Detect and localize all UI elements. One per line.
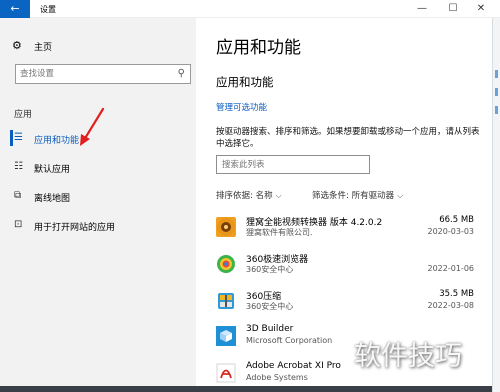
app-list-item[interactable]: 360压缩 360安全中心 35.5 MB 2022-03-08: [216, 289, 474, 319]
sidebar-item-label: 默认应用: [34, 165, 71, 175]
window-title: 设置: [40, 5, 56, 14]
description-text: 按驱动器搜索、排序和筛选。如果想要卸载或移动一个应用，请从列表中选择它。: [216, 127, 480, 149]
sort-label: 排序依据: 名称: [216, 191, 273, 201]
home-label: 主页: [34, 43, 53, 53]
edge-marker: [495, 88, 498, 96]
sidebar-item-label: 用于打开网站的应用: [34, 223, 116, 233]
section-label-apps: 应用: [14, 110, 33, 120]
app-size: 35.5 MB: [439, 289, 474, 299]
active-indicator: [10, 130, 13, 146]
app-list-search-box[interactable]: [216, 155, 370, 174]
apps-list-icon: ☰: [14, 132, 23, 143]
offline-map-icon: ⧉: [14, 190, 22, 201]
edge-marker: [495, 70, 498, 78]
360-browser-icon: [216, 254, 236, 274]
app-install-date: 2020-03-03: [427, 227, 475, 236]
title-bar: ← 设置 — ☐ ✕: [0, 0, 500, 18]
sidebar-item-label: 应用和功能: [34, 136, 80, 146]
chevron-down-icon: ⌵: [397, 191, 404, 200]
video-converter-icon: [216, 217, 236, 237]
360-zip-icon: [216, 291, 236, 311]
app-size: 66.5 MB: [439, 215, 474, 225]
edge-marker: [495, 106, 498, 114]
sidebar-item-default-apps[interactable]: ☷ 默认应用: [0, 156, 196, 178]
default-apps-icon: ☷: [14, 161, 23, 172]
taskbar: [0, 386, 492, 392]
sidebar: ⚙ 主页 ⚲ 应用 ☰ 应用和功能 ☷ 默认应用 ⧉ 离线地图 ⊡ 用于打开网站…: [0, 18, 196, 392]
close-button[interactable]: ✕: [470, 0, 492, 18]
sidebar-item-label: 离线地图: [34, 194, 71, 204]
sort-dropdown[interactable]: 排序依据: 名称 ⌵: [216, 189, 282, 201]
filter-label: 筛选条件: 所有驱动器: [312, 191, 395, 201]
sidebar-item-offline-maps[interactable]: ⧉ 离线地图: [0, 185, 196, 207]
app-publisher: 360安全中心: [246, 302, 294, 311]
background-window-edge: [492, 18, 500, 392]
app-name: Adobe Acrobat XI Pro: [246, 361, 341, 371]
back-arrow-icon: ←: [10, 2, 20, 15]
gear-icon: ⚙: [12, 39, 22, 52]
filter-dropdown[interactable]: 筛选条件: 所有驱动器 ⌵: [312, 189, 403, 201]
minimize-button[interactable]: —: [411, 0, 433, 18]
section-subtitle: 应用和功能: [216, 75, 274, 89]
app-name: 3D Builder: [246, 324, 294, 334]
settings-search-box[interactable]: ⚲: [15, 64, 191, 84]
chevron-down-icon: ⌵: [275, 191, 282, 200]
app-list-item[interactable]: 狸窝全能视频转换器 版本 4.2.0.2 狸窝软件有限公司. 66.5 MB 2…: [216, 215, 474, 245]
app-install-date: 2022-03-08: [427, 301, 475, 310]
app-list-item[interactable]: 360极速浏览器 360安全中心 2022-01-06: [216, 252, 474, 282]
red-pointer-arrow-icon: [80, 107, 105, 146]
sidebar-item-web-apps[interactable]: ⊡ 用于打开网站的应用: [0, 214, 196, 236]
app-publisher: 狸窝软件有限公司.: [246, 228, 313, 237]
app-publisher: Microsoft Corporation: [246, 336, 333, 345]
app-publisher: Adobe Systems: [246, 373, 308, 382]
maximize-button[interactable]: ☐: [442, 0, 464, 18]
watermark: 软件技巧: [354, 341, 462, 372]
adobe-acrobat-icon: [216, 363, 236, 383]
3d-builder-icon: [216, 326, 236, 346]
page-title: 应用和功能: [216, 38, 301, 58]
app-list-search-input[interactable]: [222, 158, 362, 171]
app-install-date: 2022-01-06: [427, 264, 475, 273]
app-publisher: 360安全中心: [246, 265, 294, 274]
search-icon[interactable]: ⚲: [178, 68, 185, 79]
back-button[interactable]: ←: [0, 0, 30, 18]
settings-search-input[interactable]: [20, 67, 170, 81]
web-apps-icon: ⊡: [14, 219, 23, 230]
manage-optional-features-link[interactable]: 管理可选功能: [216, 101, 267, 113]
